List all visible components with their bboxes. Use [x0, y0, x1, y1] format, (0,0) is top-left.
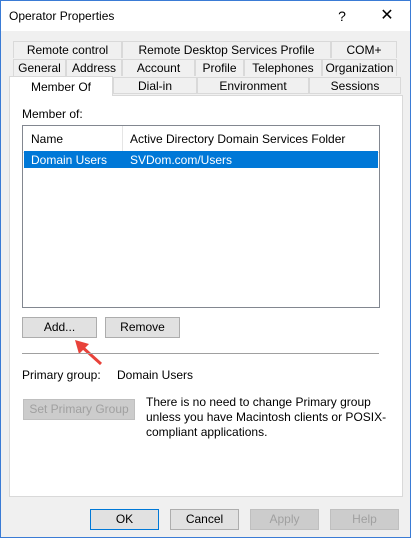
column-header-folder[interactable]: Active Directory Domain Services Folder: [130, 132, 345, 146]
column-separator[interactable]: [122, 126, 123, 152]
close-button[interactable]: ✕: [364, 1, 410, 31]
list-header: Name Active Directory Domain Services Fo…: [23, 126, 379, 153]
remove-button[interactable]: Remove: [105, 317, 180, 338]
help-title-button[interactable]: ?: [319, 1, 365, 31]
window-title: Operator Properties: [9, 9, 115, 23]
tab-general[interactable]: General: [13, 59, 66, 76]
help-button[interactable]: Help: [330, 509, 399, 530]
cell-group-folder: SVDom.com/Users: [130, 153, 233, 167]
apply-button[interactable]: Apply: [250, 509, 319, 530]
column-header-name[interactable]: Name: [31, 132, 63, 146]
primary-group-value: Domain Users: [117, 368, 194, 382]
properties-dialog: Operator Properties ? ✕ Remote control R…: [0, 0, 411, 538]
cancel-button[interactable]: Cancel: [170, 509, 239, 530]
set-primary-group-button[interactable]: Set Primary Group: [23, 399, 135, 420]
tab-address[interactable]: Address: [66, 59, 122, 76]
tab-telephones[interactable]: Telephones: [244, 59, 322, 76]
member-of-list[interactable]: Name Active Directory Domain Services Fo…: [22, 125, 380, 308]
tab-profile[interactable]: Profile: [195, 59, 244, 76]
tab-remote-desktop-services-profile[interactable]: Remote Desktop Services Profile: [122, 41, 331, 58]
tab-environment[interactable]: Environment: [197, 77, 309, 94]
primary-group-label: Primary group:: [22, 368, 101, 382]
title-bar: Operator Properties ? ✕: [1, 1, 410, 31]
member-of-label: Member of:: [22, 107, 83, 121]
tab-member-of[interactable]: Member Of: [9, 76, 113, 96]
add-button[interactable]: Add...: [22, 317, 97, 338]
ok-button[interactable]: OK: [90, 509, 159, 530]
tab-dial-in[interactable]: Dial-in: [113, 77, 197, 94]
tab-remote-control[interactable]: Remote control: [13, 41, 122, 58]
tab-com-plus[interactable]: COM+: [331, 41, 397, 58]
tab-sessions[interactable]: Sessions: [309, 77, 401, 94]
section-divider: [22, 353, 379, 354]
tab-organization[interactable]: Organization: [322, 59, 397, 76]
list-item[interactable]: Domain Users SVDom.com/Users: [24, 151, 378, 168]
primary-group-note: There is no need to change Primary group…: [146, 395, 387, 439]
cell-group-name: Domain Users: [31, 153, 108, 167]
tab-account[interactable]: Account: [122, 59, 195, 76]
